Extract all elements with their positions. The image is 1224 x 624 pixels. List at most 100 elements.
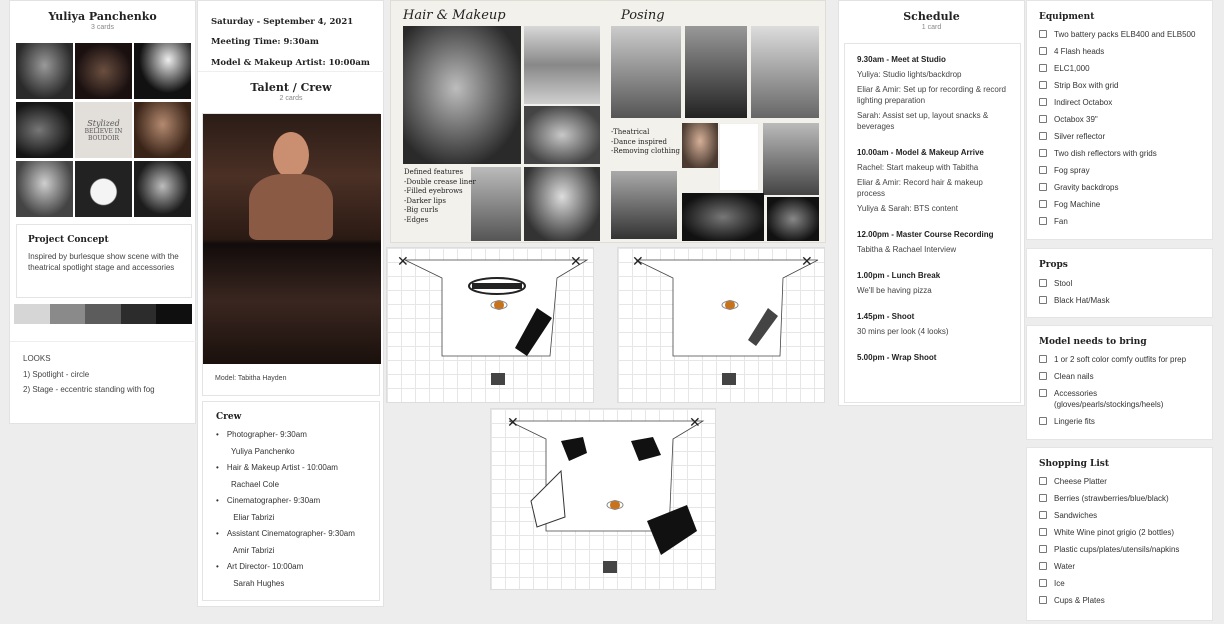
checkbox[interactable]	[1039, 596, 1047, 604]
schedule-block: 9.30am - Meet at Studio Yuliya: Studio l…	[857, 55, 1008, 132]
checkbox[interactable]	[1039, 477, 1047, 485]
thumb-2[interactable]	[75, 43, 132, 99]
book-line-2: BOUDOIR	[87, 134, 120, 142]
checklist-item[interactable]: Plastic cups/plates/utensils/napkins	[1039, 544, 1200, 555]
column-talent: Saturday - September 4, 2021 Meeting Tim…	[197, 0, 384, 607]
thumb-1[interactable]	[16, 43, 73, 99]
thumb-3[interactable]	[134, 43, 191, 99]
checklist-item[interactable]: Cups & Plates	[1039, 595, 1200, 606]
checklist-item[interactable]: Fog spray	[1039, 165, 1200, 176]
schedule-time: 10.00am - Model & Makeup Arrive	[857, 148, 984, 157]
checkbox[interactable]	[1039, 149, 1047, 157]
checklist-item[interactable]: Fog Machine	[1039, 199, 1200, 210]
checklist-item[interactable]: Silver reflector	[1039, 131, 1200, 142]
checkbox[interactable]	[1039, 81, 1047, 89]
hair-notes: Defined features -Double crease liner -F…	[404, 168, 476, 225]
checkbox[interactable]	[1039, 389, 1047, 397]
checklist-item[interactable]: Lingerie fits	[1039, 416, 1200, 427]
checkbox[interactable]	[1039, 183, 1047, 191]
checklist-item[interactable]: Water	[1039, 561, 1200, 572]
checklist-item[interactable]: Strip Box with grid	[1039, 80, 1200, 91]
checklist-item[interactable]: ELC1,000	[1039, 63, 1200, 74]
checklist-label: White Wine pinot grigio (2 bottles)	[1054, 528, 1175, 537]
looks-section[interactable]: LOOKS 1) Spotlight - circle 2) Stage - e…	[10, 341, 196, 409]
model-needs-card[interactable]: Model needs to bring 1 or 2 soft color c…	[1026, 325, 1213, 440]
lighting-diagram-2[interactable]: ✕ ✕	[617, 247, 825, 403]
equipment-card[interactable]: Equipment Two battery packs ELB400 and E…	[1026, 0, 1213, 240]
thumb-6[interactable]	[134, 102, 191, 158]
checklist-item[interactable]: Clean nails	[1039, 371, 1200, 382]
svg-text:✕: ✕	[632, 254, 644, 270]
concept-title: Project Concept	[28, 235, 109, 245]
checkbox[interactable]	[1039, 279, 1047, 287]
checklist-item[interactable]: Two dish reflectors with grids	[1039, 148, 1200, 159]
checklist-label: Cheese Platter	[1054, 477, 1107, 486]
checkbox[interactable]	[1039, 30, 1047, 38]
checkbox[interactable]	[1039, 47, 1047, 55]
checklist-item[interactable]: Cheese Platter	[1039, 476, 1200, 487]
checkbox[interactable]	[1039, 372, 1047, 380]
book-title: Stylized	[87, 118, 120, 128]
checklist-item[interactable]: 4 Flash heads	[1039, 46, 1200, 57]
checkbox[interactable]	[1039, 579, 1047, 587]
checklist-label: Lingerie fits	[1054, 417, 1095, 426]
model-card[interactable]: Model: Tabitha Hayden	[202, 113, 381, 396]
checklist-item[interactable]: 1 or 2 soft color comfy outfits for prep	[1039, 354, 1200, 365]
props-card[interactable]: Props Stool Black Hat/Mask	[1026, 248, 1213, 318]
checklist-item[interactable]: Black Hat/Mask	[1039, 295, 1200, 306]
crew-card[interactable]: Crew • Photographer- 9:30am Yuliya Panche…	[202, 401, 380, 601]
checkbox[interactable]	[1039, 545, 1047, 553]
shopping-list-card[interactable]: Shopping List Cheese Platter Berries (st…	[1026, 447, 1213, 621]
checklist-item[interactable]: Sandwiches	[1039, 510, 1200, 521]
crew-name: Yuliya Panchenko	[231, 447, 295, 456]
checklist-item[interactable]: Accessories (gloves/pearls/stockings/hee…	[1039, 388, 1200, 410]
checkbox[interactable]	[1039, 217, 1047, 225]
swatch-2	[49, 304, 86, 324]
checklist-item[interactable]: Berries (strawberries/blue/black)	[1039, 493, 1200, 504]
checkbox[interactable]	[1039, 511, 1047, 519]
checkbox[interactable]	[1039, 115, 1047, 123]
moodboard-image[interactable]: Hair & Makeup Posing Defined features -D…	[390, 0, 826, 243]
checkbox[interactable]	[1039, 64, 1047, 72]
checkbox[interactable]	[1039, 98, 1047, 106]
schedule-card[interactable]: 9.30am - Meet at Studio Yuliya: Studio l…	[844, 43, 1021, 403]
shoot-details[interactable]: Saturday - September 4, 2021 Meeting Tim…	[198, 1, 383, 74]
pose-photo-3	[751, 26, 819, 118]
thumb-9[interactable]	[134, 161, 191, 217]
posing-note: -Removing clothing	[611, 147, 680, 155]
checklist-item[interactable]: Fan	[1039, 216, 1200, 227]
lighting-diagram-1[interactable]: ✕ ✕	[386, 247, 594, 403]
checklist-label: 1 or 2 soft color comfy outfits for prep	[1054, 355, 1187, 364]
schedule-block: 10.00am - Model & Makeup Arrive Rachel: …	[857, 148, 1008, 214]
checklist-label: Silver reflector	[1054, 132, 1106, 141]
column-yuliya: Yuliya Panchenko 3 cards Stylized BELIEV…	[9, 0, 196, 424]
schedule-block: 1.00pm - Lunch Break We'll be having piz…	[857, 271, 1008, 296]
checklist-item[interactable]: Octabox 39"	[1039, 114, 1200, 125]
checkbox[interactable]	[1039, 200, 1047, 208]
checkbox[interactable]	[1039, 355, 1047, 363]
checkbox[interactable]	[1039, 528, 1047, 536]
checkbox[interactable]	[1039, 132, 1047, 140]
thumb-7[interactable]	[16, 161, 73, 217]
checkbox[interactable]	[1039, 296, 1047, 304]
posing-note: -Theatrical	[611, 128, 650, 136]
thumb-8[interactable]	[75, 161, 132, 217]
card-count: 3 cards	[91, 24, 114, 31]
lighting-diagram-3[interactable]: ✕ ✕	[490, 408, 716, 590]
project-concept-card[interactable]: Project Concept Inspired by burlesque sh…	[16, 224, 192, 298]
schedule-time: 12.00pm - Master Course Recording	[857, 230, 994, 239]
checkbox[interactable]	[1039, 417, 1047, 425]
checklist-item[interactable]: Two battery packs ELB400 and ELB500	[1039, 29, 1200, 40]
thumb-5-book[interactable]: Stylized BELIEVE IN BOUDOIR	[75, 102, 132, 158]
checklist-item[interactable]: Ice	[1039, 578, 1200, 589]
schedule-block: 5.00pm - Wrap Shoot	[857, 353, 1008, 362]
checkbox[interactable]	[1039, 166, 1047, 174]
checklist-item[interactable]: Gravity backdrops	[1039, 182, 1200, 193]
checkbox[interactable]	[1039, 494, 1047, 502]
thumb-4[interactable]	[16, 102, 73, 158]
model-caption: Model: Tabitha Hayden	[215, 375, 287, 382]
checkbox[interactable]	[1039, 562, 1047, 570]
checklist-item[interactable]: White Wine pinot grigio (2 bottles)	[1039, 527, 1200, 538]
checklist-item[interactable]: Stool	[1039, 278, 1200, 289]
checklist-item[interactable]: Indirect Octabox	[1039, 97, 1200, 108]
